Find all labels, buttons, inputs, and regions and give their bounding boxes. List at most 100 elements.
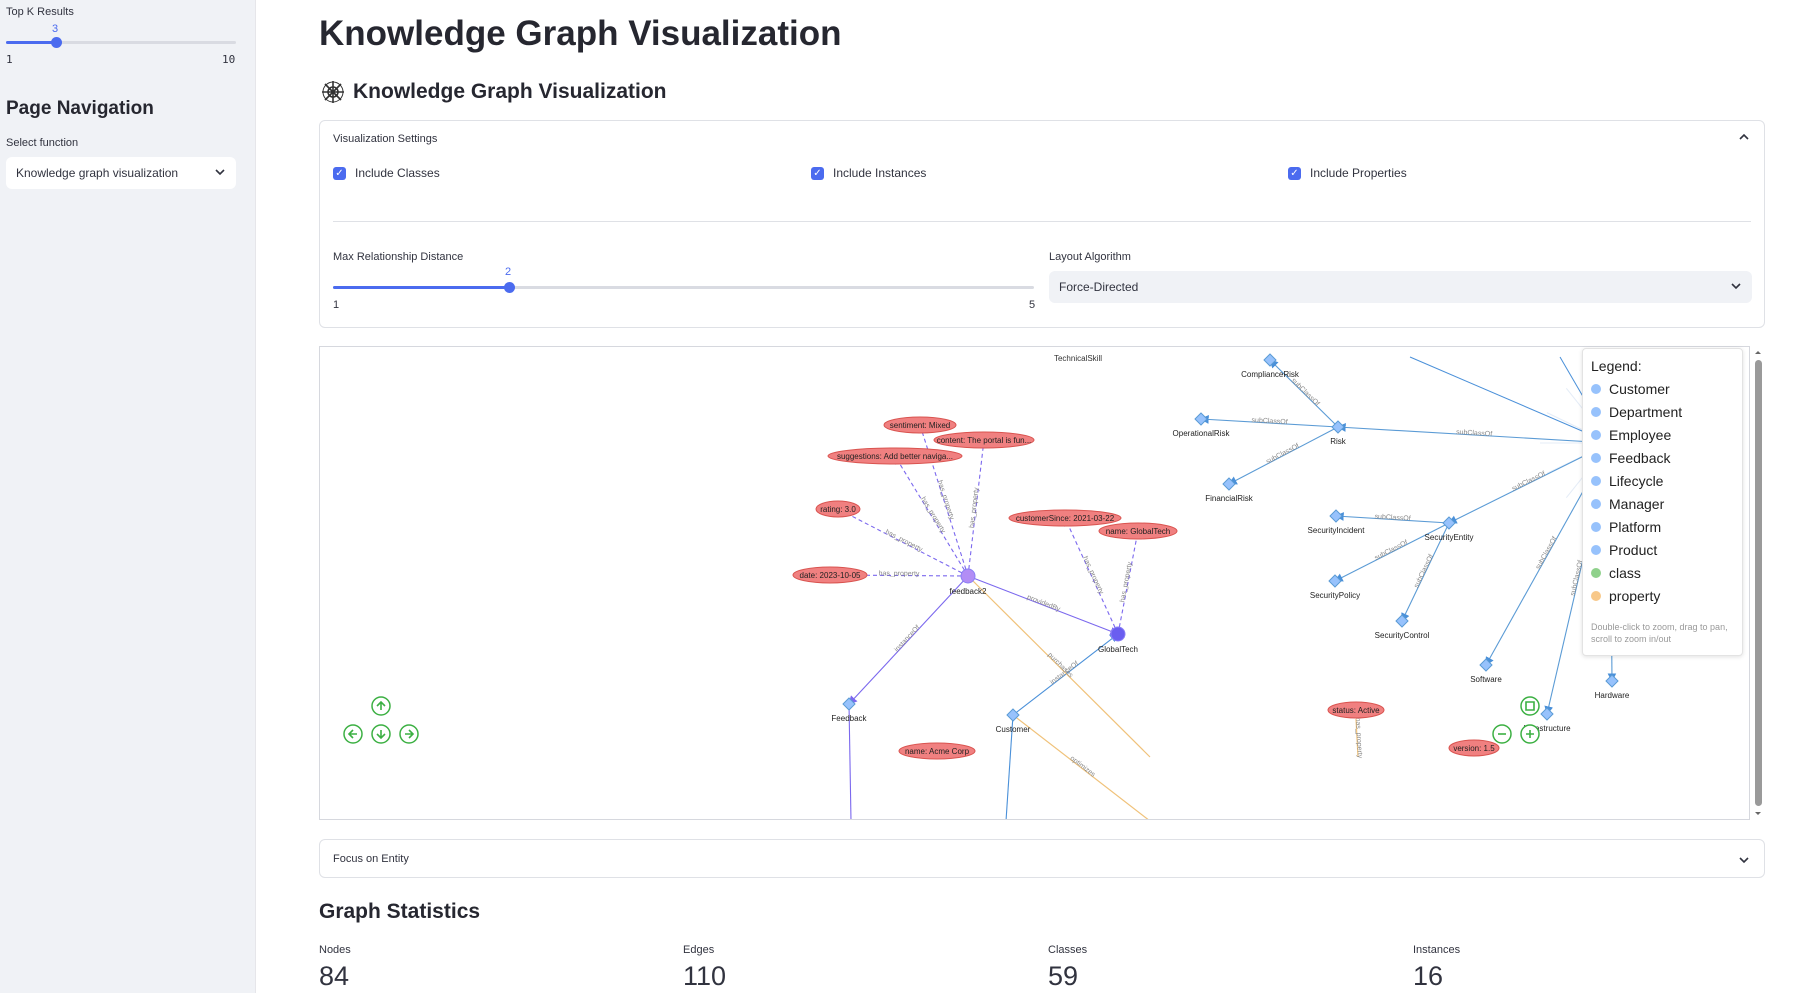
graph-node-label: Software	[1470, 675, 1502, 684]
graph-statistics-title: Graph Statistics	[319, 900, 481, 923]
graph-node-class[interactable]: Customer	[996, 708, 1031, 734]
graph-node-label: ComplianceRisk	[1241, 370, 1300, 379]
zoom-in-icon[interactable]	[1520, 724, 1540, 744]
legend-dot	[1591, 384, 1601, 394]
graph-svg[interactable]: has_property has_property has_property has_…	[320, 347, 1750, 820]
fit-icon[interactable]	[1520, 696, 1540, 716]
select-function-label: Select function	[6, 137, 79, 149]
graph-node-property[interactable]: name: Acme Corp	[898, 742, 976, 760]
graph-node-class[interactable]: SecurityEntity	[1425, 516, 1474, 542]
focus-entity-label: Focus on Entity	[333, 853, 409, 865]
graph-node-class[interactable]: OperationalRisk	[1173, 412, 1231, 438]
top-k-value: 3	[52, 23, 59, 35]
legend-title: Legend:	[1591, 358, 1642, 374]
graph-node-property[interactable]: content: The portal is fun...	[933, 431, 1035, 449]
instance-node-shape	[1110, 626, 1126, 642]
up-arrow-icon[interactable]	[371, 696, 391, 716]
graph-edge-label: optimizes	[1069, 755, 1097, 779]
graph-edge	[1409, 356, 1611, 444]
class-node-shape	[1395, 614, 1409, 628]
page-navigation-heading: Page Navigation	[6, 98, 154, 119]
graph-edge-label: has_property	[879, 570, 920, 577]
metric-label-instances: Instances	[1413, 944, 1461, 956]
graph-node-class[interactable]: SecurityPolicy	[1310, 574, 1360, 600]
scroll-down-icon[interactable]	[1752, 808, 1764, 820]
metric-label-classes: Classes	[1048, 944, 1088, 956]
sidebar: Top K Results 3 1 10 Page Navigation Sel…	[0, 0, 256, 993]
graph-scrollbar[interactable]	[1752, 346, 1764, 820]
graph-node-instance[interactable]: feedback2	[950, 568, 987, 596]
max-distance-slider[interactable]	[333, 282, 1034, 293]
graph-node-class[interactable]: Risk	[1330, 420, 1347, 446]
graph-node-class[interactable]: Software	[1470, 658, 1502, 684]
graph-edge-label: has_property	[884, 529, 924, 554]
zoom-out-icon[interactable]	[1492, 724, 1512, 744]
graph-node-label: Hardware	[1595, 691, 1630, 700]
snowflake-icon	[321, 80, 345, 104]
focus-entity-expander[interactable]: Focus on Entity	[319, 839, 1765, 878]
legend-item: property	[1591, 588, 1660, 604]
chevron-up-icon[interactable]	[1738, 130, 1750, 148]
function-select[interactable]: Knowledge graph visualization	[6, 157, 236, 189]
scroll-up-icon[interactable]	[1752, 346, 1764, 358]
chevron-down-icon	[1738, 853, 1750, 871]
page-title: Knowledge Graph Visualization	[319, 14, 842, 53]
graph-node-label: rating: 3.0	[820, 505, 856, 514]
graph-node-property[interactable]: sentiment: Mixed	[883, 416, 957, 434]
include-instances-checkbox[interactable]: ✓ Include Instances	[811, 166, 926, 180]
graph-node-class[interactable]: SecurityIncident	[1308, 509, 1366, 535]
legend-item-label: Product	[1609, 542, 1658, 558]
legend-item: class	[1591, 565, 1641, 581]
legend-dot	[1591, 568, 1601, 578]
graph-node-label: date: 2023-10-05	[800, 571, 861, 580]
graph-node-class[interactable]: SecurityControl	[1375, 614, 1430, 640]
include-classes-label: Include Classes	[355, 166, 440, 180]
top-k-label: Top K Results	[6, 6, 74, 18]
max-distance-min: 1	[333, 299, 340, 311]
left-arrow-icon[interactable]	[343, 724, 363, 744]
chevron-down-icon	[214, 166, 226, 181]
right-arrow-icon[interactable]	[399, 724, 419, 744]
legend-item: Platform	[1591, 519, 1661, 535]
legend-dot	[1591, 591, 1601, 601]
layout-algorithm-select[interactable]: Force-Directed	[1049, 271, 1752, 303]
graph-node-class[interactable]: ComplianceRisk	[1241, 353, 1300, 379]
graph-node-label: TechnicalSkill	[1054, 354, 1102, 363]
graph-node-label: OperationalRisk	[1173, 429, 1231, 438]
include-properties-checkbox[interactable]: ✓ Include Properties	[1288, 166, 1407, 180]
legend-dot	[1591, 407, 1601, 417]
class-node-shape	[1328, 574, 1342, 588]
graph-legend: Legend: Customer Department Employee Fee…	[1582, 348, 1743, 656]
graph-node-label: status: Active	[1332, 706, 1380, 715]
max-distance-slider-thumb[interactable]	[504, 282, 515, 293]
graph-canvas[interactable]: has_property has_property has_property has_…	[319, 346, 1750, 820]
graph-edge-label: subClassOf	[1374, 513, 1411, 522]
graph-node-property[interactable]: suggestions: Add better naviga...	[827, 447, 963, 465]
graph-node-property[interactable]: version: 1.5	[1448, 739, 1500, 757]
visualization-settings-label[interactable]: Visualization Settings	[333, 133, 437, 145]
top-k-slider[interactable]	[6, 37, 236, 48]
legend-item: Customer	[1591, 381, 1670, 397]
checkbox-checked-icon: ✓	[811, 166, 824, 180]
graph-node-property[interactable]: rating: 3.0	[815, 500, 861, 518]
graph-node-property[interactable]: status: Active	[1327, 701, 1385, 719]
graph-node-class[interactable]: Hardware	[1595, 674, 1630, 700]
include-classes-checkbox[interactable]: ✓ Include Classes	[333, 166, 440, 180]
class-node-shape	[1194, 412, 1208, 426]
max-distance-value: 2	[505, 266, 512, 278]
down-arrow-icon[interactable]	[371, 724, 391, 744]
graph-node-class[interactable]: FinancialRisk	[1205, 477, 1254, 503]
graph-edge-label: has_property	[969, 487, 981, 529]
visualization-settings-panel: Visualization Settings ✓ Include Classes…	[319, 120, 1765, 328]
graph-edge-label: subClassOf	[1265, 443, 1300, 466]
graph-edge-label: providedBy	[1026, 594, 1062, 613]
graph-node-property[interactable]: customerSince: 2021-03-22	[1008, 509, 1122, 527]
legend-item: Product	[1591, 542, 1657, 558]
graph-node-property[interactable]: date: 2023-10-05	[792, 566, 868, 584]
graph-node-property[interactable]: name: GlobalTech	[1098, 522, 1178, 540]
top-k-slider-thumb[interactable]	[51, 37, 62, 48]
graph-node-label: SecurityControl	[1375, 631, 1430, 640]
section-title: Knowledge Graph Visualization	[353, 80, 667, 103]
scrollbar-thumb[interactable]	[1755, 360, 1762, 806]
graph-node-instance[interactable]: GlobalTech	[1098, 626, 1138, 654]
